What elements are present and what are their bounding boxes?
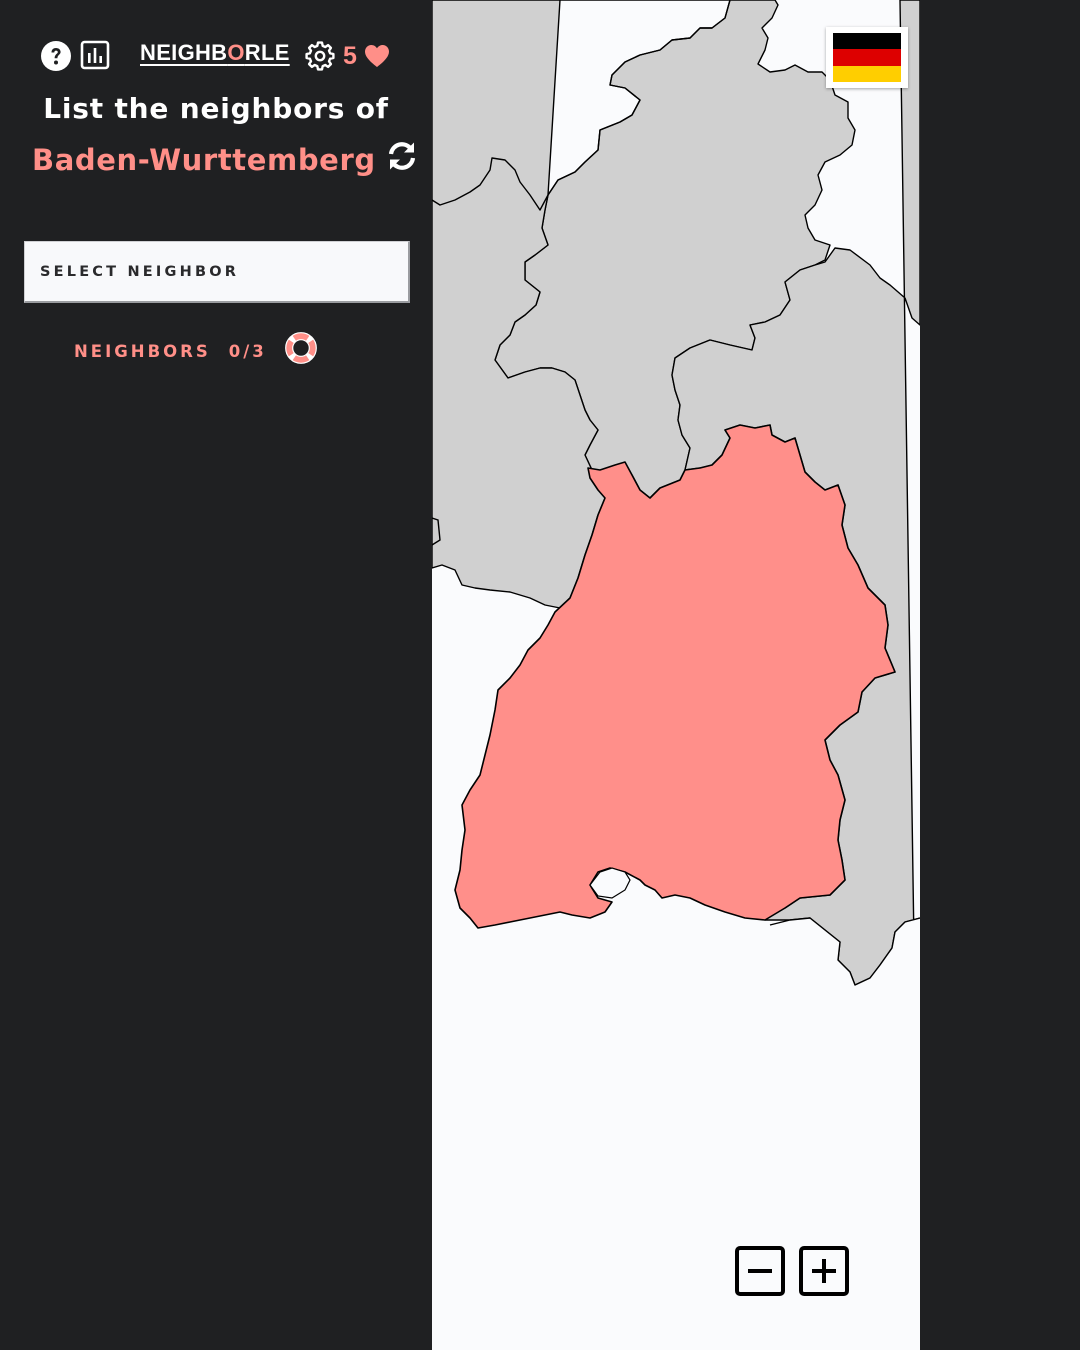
flag-stripe-gold	[833, 65, 901, 82]
stats-button[interactable]	[80, 40, 110, 70]
lives-count: 5	[343, 41, 357, 70]
title-suffix: RLE	[244, 40, 290, 65]
flag-stripe-black	[833, 33, 901, 50]
select-neighbor-placeholder: SELECT NEIGHBOR	[40, 263, 240, 280]
help-button[interactable]	[40, 40, 72, 72]
game-title-link[interactable]: NEIGHBORLE	[140, 40, 290, 70]
bar-chart-icon	[80, 40, 110, 70]
zoom-in-button[interactable]	[799, 1246, 849, 1296]
right-margin	[920, 0, 1080, 1350]
zoom-out-button[interactable]	[735, 1246, 785, 1296]
hint-button[interactable]	[284, 332, 317, 364]
lifebuoy-icon	[284, 332, 317, 364]
target-row: Baden-Wurttemberg	[32, 138, 418, 182]
neighbors-label: NEIGHBORS	[74, 341, 211, 361]
settings-button[interactable]	[305, 41, 335, 71]
lives-indicator: 5	[343, 40, 391, 72]
refresh-button[interactable]	[386, 140, 418, 172]
question-circle-icon	[41, 41, 71, 71]
title-prefix: NEIGHB	[140, 40, 228, 65]
neighbors-count: 0/3	[228, 341, 267, 361]
app-root: NEIGHBORLE 5 List the neighbors of Baden…	[0, 0, 1080, 1350]
select-neighbor-dropdown[interactable]: SELECT NEIGHBOR	[24, 241, 410, 303]
side-panel: NEIGHBORLE 5 List the neighbors of Baden…	[0, 0, 432, 1350]
map-canvas	[432, 0, 920, 1350]
map-view[interactable]	[432, 0, 920, 1350]
flag-stripe-red	[833, 49, 901, 66]
heart-icon	[364, 45, 389, 67]
target-region-name: Baden-Wurttemberg	[32, 143, 376, 177]
refresh-icon	[388, 142, 415, 170]
prompt-text: List the neighbors of	[43, 92, 389, 125]
minus-square-icon	[748, 1269, 772, 1273]
gear-icon	[305, 41, 335, 71]
germany-flag	[826, 27, 908, 88]
neighbors-progress: NEIGHBORS 0/3	[74, 332, 317, 368]
title-highlight: O	[227, 40, 245, 65]
plus-square-icon	[812, 1259, 836, 1283]
zoom-controls	[735, 1246, 849, 1296]
